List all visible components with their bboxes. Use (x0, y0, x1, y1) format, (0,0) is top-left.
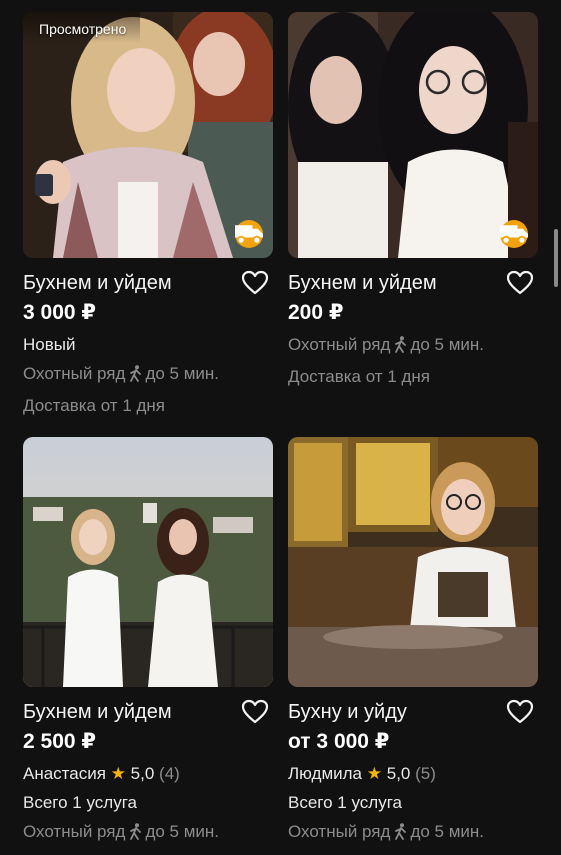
walking-person-icon (394, 823, 408, 845)
listing-card[interactable]: Бухну и уйду от 3 000 ₽ Людмила ★ 5,0 (5… (288, 437, 538, 845)
walking-person-icon (394, 336, 408, 358)
walking-person-icon (129, 365, 143, 387)
listing-delivery: Доставка от 1 дня (288, 367, 431, 386)
rating-count: (5) (415, 764, 436, 783)
scrollbar[interactable] (554, 229, 558, 287)
listing-location: Охотный ряд до 5 мин. (288, 335, 538, 358)
listing-photo[interactable] (23, 437, 273, 687)
listing-condition: Новый (23, 335, 76, 354)
walk-time: до 5 мин. (145, 364, 220, 383)
listing-location: Охотный ряд до 5 мин. (23, 822, 273, 845)
photo-two-women-balcony (23, 437, 273, 687)
metro-station: Охотный ряд (288, 335, 391, 354)
listing-price: 3 000 ₽ (23, 301, 96, 324)
walk-time: до 5 мин. (145, 822, 220, 841)
rating-value: 5,0 (386, 764, 411, 783)
metro-station: Охотный ряд (288, 822, 391, 841)
listing-title[interactable]: Бухнем и уйдем (288, 270, 538, 296)
rating-value: 5,0 (130, 764, 155, 783)
listing-card[interactable]: Бухнем и уйдем 200 ₽ Охотный ряд до 5 мин… (288, 12, 538, 387)
star-icon: ★ (366, 764, 382, 783)
listing-card[interactable]: Просмотрено Бухнем и уйдем 3 000 ₽ Новый… (23, 12, 273, 416)
listing-photo[interactable]: Просмотрено (23, 12, 273, 258)
heart-outline-icon[interactable] (241, 270, 269, 296)
listing-card[interactable]: Бухнем и уйдем 2 500 ₽ Анастасия ★ 5,0 (… (23, 437, 273, 845)
photo-woman-at-table (288, 437, 538, 687)
listing-title[interactable]: Бухнем и уйдем (23, 270, 273, 296)
listing-price: от 3 000 ₽ (288, 730, 390, 753)
seller-name: Анастасия (23, 764, 106, 783)
metro-station: Охотный ряд (23, 822, 126, 841)
heart-outline-icon[interactable] (506, 270, 534, 296)
listing-photo[interactable] (288, 437, 538, 687)
delivery-truck-icon (500, 220, 528, 248)
listing-location: Охотный ряд до 5 мин. (23, 364, 273, 387)
listing-price: 200 ₽ (288, 301, 344, 324)
listing-delivery: Доставка от 1 дня (23, 396, 166, 415)
seller-name: Людмила (288, 764, 363, 783)
listing-price: 2 500 ₽ (23, 730, 96, 753)
listing-location: Охотный ряд до 5 мин. (288, 822, 538, 845)
seller-rating[interactable]: Анастасия ★ 5,0 (4) (23, 764, 273, 784)
metro-station: Охотный ряд (23, 364, 126, 383)
services-count: Всего 1 услуга (23, 793, 137, 812)
services-count: Всего 1 услуга (288, 793, 402, 812)
delivery-truck-icon (235, 220, 263, 248)
seller-rating[interactable]: Людмила ★ 5,0 (5) (288, 764, 538, 784)
rating-count: (4) (159, 764, 180, 783)
walking-person-icon (129, 823, 143, 845)
listing-photo[interactable] (288, 12, 538, 258)
listing-title[interactable]: Бухнем и уйдем (23, 699, 273, 725)
viewed-badge: Просмотрено (23, 12, 141, 43)
heart-outline-icon[interactable] (506, 699, 534, 725)
walk-time: до 5 мин. (410, 822, 485, 841)
heart-outline-icon[interactable] (241, 699, 269, 725)
star-icon: ★ (110, 764, 126, 783)
walk-time: до 5 мин. (410, 335, 485, 354)
listing-title[interactable]: Бухну и уйду (288, 699, 538, 725)
